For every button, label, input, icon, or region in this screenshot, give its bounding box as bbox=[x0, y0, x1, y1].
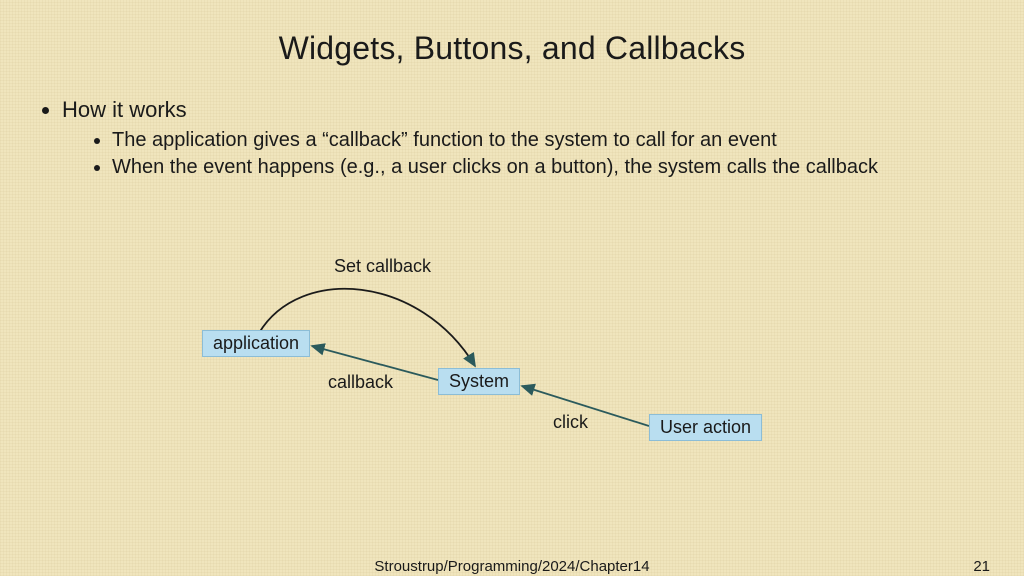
arrow-set-callback bbox=[259, 289, 475, 366]
slide-content: How it works The application gives a “ca… bbox=[0, 67, 1024, 179]
arrow-callback bbox=[312, 346, 438, 380]
label-click: click bbox=[553, 412, 588, 433]
footer-page-number: 21 bbox=[973, 558, 990, 575]
sub-bullet-1: The application gives a “callback” funct… bbox=[112, 129, 984, 152]
main-bullet-text: How it works bbox=[62, 97, 187, 122]
box-system: System bbox=[438, 368, 520, 395]
main-bullet: How it works The application gives a “ca… bbox=[62, 97, 984, 179]
label-callback: callback bbox=[328, 372, 393, 393]
box-application: application bbox=[202, 330, 310, 357]
sub-bullet-2: When the event happens (e.g., a user cli… bbox=[112, 156, 984, 179]
label-set-callback: Set callback bbox=[334, 256, 431, 277]
box-user-action: User action bbox=[649, 414, 762, 441]
arrow-click bbox=[522, 386, 649, 426]
slide-title: Widgets, Buttons, and Callbacks bbox=[0, 0, 1024, 67]
footer-source: Stroustrup/Programming/2024/Chapter14 bbox=[374, 558, 649, 575]
